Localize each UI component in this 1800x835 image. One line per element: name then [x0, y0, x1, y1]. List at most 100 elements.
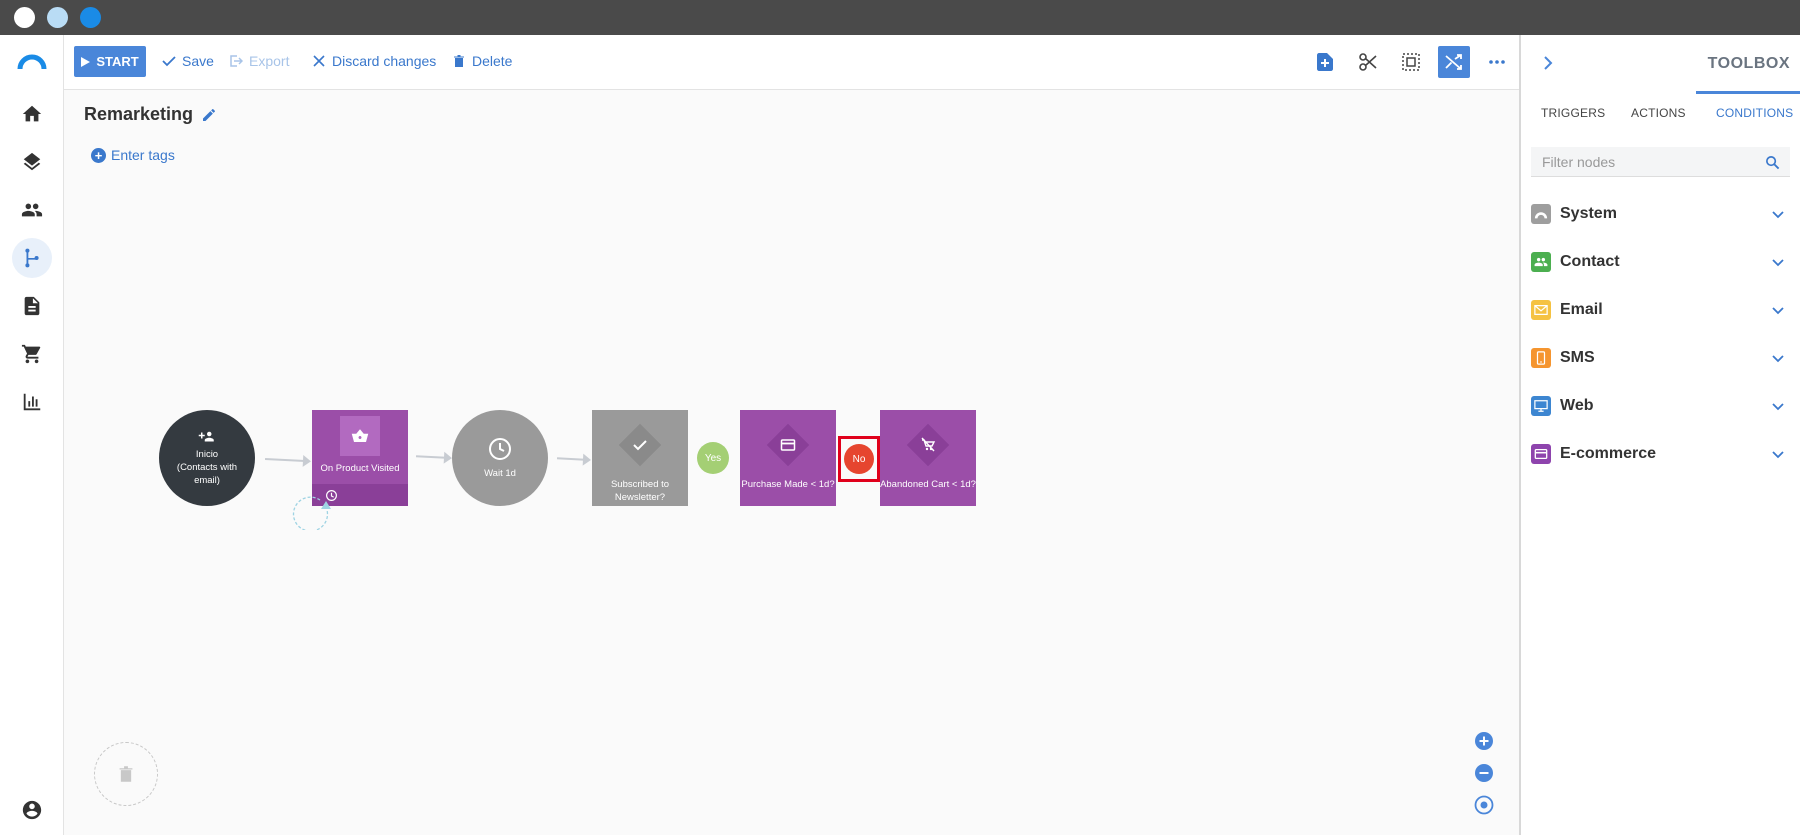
flow-canvas[interactable]: Remarketing + Enter tags Inicio (Contact…: [64, 90, 1519, 835]
category-label: Email: [1560, 301, 1603, 318]
export-button[interactable]: Export: [229, 53, 289, 69]
start-button[interactable]: START: [74, 46, 146, 77]
left-nav: [0, 35, 64, 835]
clock-icon: [489, 437, 511, 460]
remove-cart-icon: [921, 437, 936, 452]
product-visited-label: On Product Visited: [320, 463, 400, 474]
abandoned-cart-condition-node[interactable]: Abandoned Cart < 1d?: [880, 410, 976, 506]
sms-category-icon: [1531, 348, 1551, 368]
cut-button[interactable]: [1352, 46, 1384, 78]
tab-triggers[interactable]: TRIGGERS: [1541, 106, 1605, 120]
subscribed-condition-node[interactable]: Subscribed to Newsletter?: [592, 410, 688, 506]
system-category-icon: [1531, 204, 1551, 224]
yes-branch-badge[interactable]: Yes: [697, 442, 729, 474]
app-logo[interactable]: [17, 51, 47, 71]
zoom-in-button[interactable]: [1473, 730, 1495, 752]
purchase-made-condition-node[interactable]: Purchase Made < 1d?: [740, 410, 836, 506]
add-people-icon: [198, 431, 214, 441]
nav-reports-button[interactable]: [12, 382, 52, 422]
envelope-icon: [1534, 305, 1548, 315]
nav-ecommerce-button[interactable]: [12, 334, 52, 374]
basket-icon: [351, 429, 369, 442]
category-web[interactable]: Web: [1531, 386, 1792, 426]
more-icon: [1489, 60, 1505, 64]
category-label: Web: [1560, 397, 1594, 414]
save-button[interactable]: Save: [162, 53, 214, 69]
category-label: System: [1560, 205, 1617, 222]
wait-node[interactable]: Wait 1d: [452, 410, 548, 506]
select-area-button[interactable]: [1395, 46, 1427, 78]
add-note-button[interactable]: [1309, 46, 1341, 78]
filter-nodes-input[interactable]: [1531, 147, 1790, 177]
delete-button[interactable]: Delete: [452, 53, 512, 69]
chevron-right-icon[interactable]: [1538, 53, 1558, 73]
minus-circle-icon: [1475, 764, 1493, 782]
connector-arrow: [556, 457, 586, 461]
nav-automation-button[interactable]: [12, 238, 52, 278]
search-icon[interactable]: [1765, 155, 1780, 170]
trash-icon: [454, 55, 464, 67]
auto-layout-button[interactable]: [1438, 46, 1470, 78]
card-icon: [1534, 448, 1548, 460]
more-options-button[interactable]: [1481, 46, 1513, 78]
close-icon: [313, 55, 325, 67]
category-contact[interactable]: Contact: [1531, 242, 1792, 282]
category-email[interactable]: Email: [1531, 290, 1792, 330]
start-button-label: START: [96, 54, 139, 69]
nav-home-button[interactable]: [12, 94, 52, 134]
nav-contacts-button[interactable]: [12, 190, 52, 230]
chevron-down-icon: [1772, 403, 1784, 411]
node-diamond: [618, 423, 662, 467]
connector-arrow: [415, 455, 447, 459]
node-diamond: [766, 423, 810, 467]
center-view-button[interactable]: [1473, 794, 1495, 816]
toolbox-title: TOOLBOX: [1707, 55, 1790, 72]
node-icon-box: [340, 416, 380, 456]
edit-pencil-icon[interactable]: [201, 107, 217, 123]
no-branch-badge[interactable]: No: [844, 444, 874, 474]
nav-forms-button[interactable]: [12, 286, 52, 326]
category-system[interactable]: System: [1531, 194, 1792, 234]
people-icon: [1534, 257, 1548, 267]
trash-drop-zone[interactable]: [94, 742, 158, 806]
ecommerce-category-icon: [1531, 444, 1551, 464]
start-node-line2: (Contacts with: [176, 461, 238, 473]
active-tab-indicator: [1696, 91, 1800, 94]
window-close-button[interactable]: [14, 7, 35, 28]
home-icon: [22, 105, 42, 122]
discard-changes-label: Discard changes: [332, 53, 437, 69]
target-icon: [1474, 795, 1494, 815]
delete-button-label: Delete: [472, 53, 513, 69]
shuffle-icon: [1445, 54, 1462, 70]
people-icon: [21, 203, 43, 217]
loop-connector: [292, 496, 331, 530]
subscribed-line1: Subscribed to: [610, 479, 670, 490]
enter-tags-link[interactable]: + Enter tags: [91, 147, 175, 163]
yes-label: Yes: [704, 452, 722, 464]
node-diamond: [906, 423, 950, 467]
enter-tags-label: Enter tags: [111, 147, 175, 163]
window-minimize-button[interactable]: [47, 7, 68, 28]
start-node-line1: Inicio: [195, 448, 219, 460]
flow-title-text: Remarketing: [84, 104, 194, 124]
category-label: SMS: [1560, 349, 1595, 366]
tab-conditions[interactable]: CONDITIONS: [1716, 106, 1793, 120]
nav-account-button[interactable]: [12, 790, 52, 830]
start-node[interactable]: Inicio (Contacts with email): [159, 410, 255, 506]
chevron-down-icon: [1772, 451, 1784, 459]
category-ecommerce[interactable]: E-commerce: [1531, 434, 1792, 474]
category-sms[interactable]: SMS: [1531, 338, 1792, 378]
tab-actions[interactable]: ACTIONS: [1631, 106, 1686, 120]
nav-layers-button[interactable]: [12, 142, 52, 182]
flow-toolbar: START Save Export Discard changes Delete: [64, 35, 1519, 90]
chevron-down-icon: [1772, 355, 1784, 363]
card-icon: [780, 439, 796, 451]
zoom-out-button[interactable]: [1473, 762, 1495, 784]
document-icon: [24, 296, 40, 316]
export-icon: [230, 55, 243, 67]
discard-changes-button[interactable]: Discard changes: [312, 53, 436, 69]
phone-icon: [1536, 351, 1546, 365]
check-icon: [633, 440, 647, 451]
monitor-icon: [1534, 400, 1548, 412]
window-maximize-button[interactable]: [80, 7, 101, 28]
